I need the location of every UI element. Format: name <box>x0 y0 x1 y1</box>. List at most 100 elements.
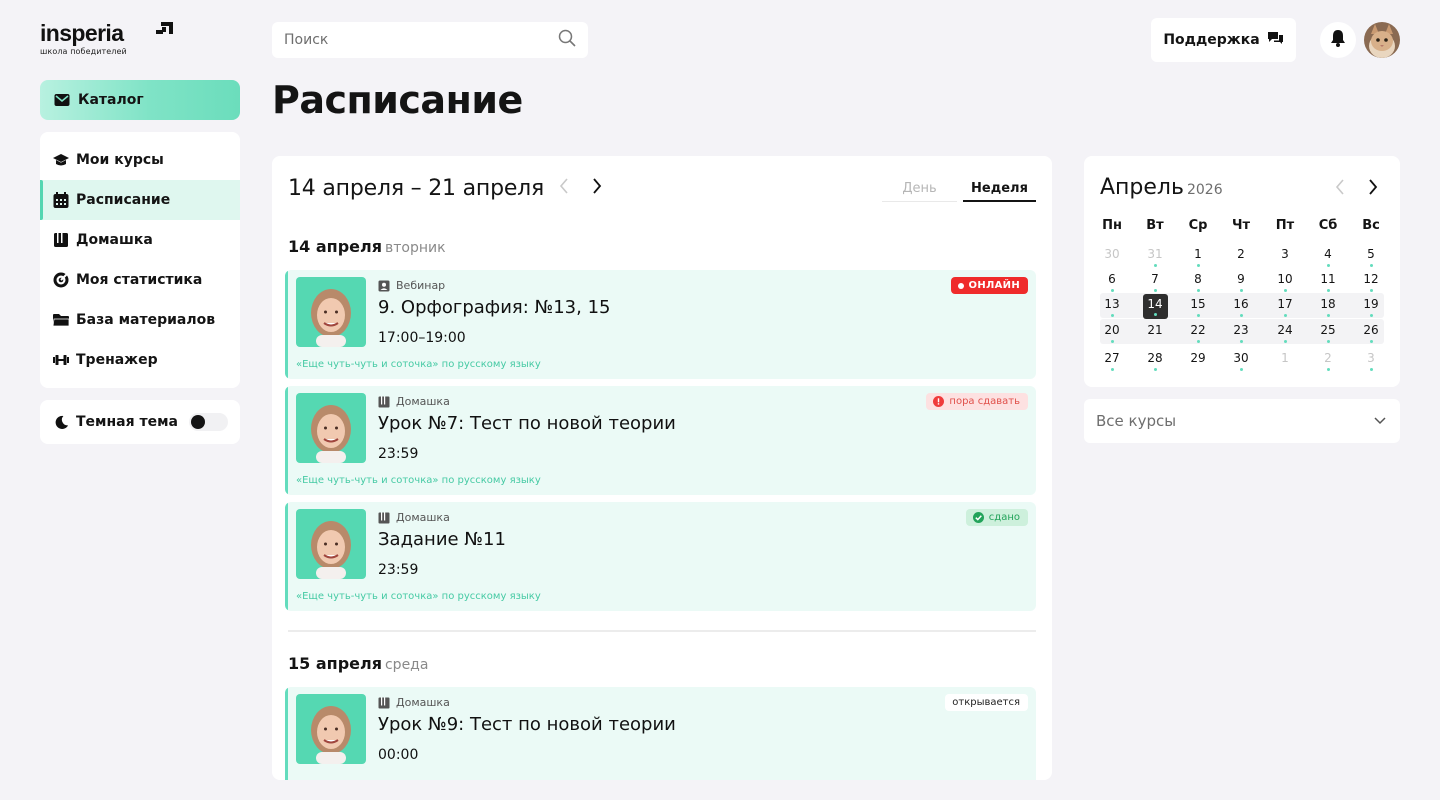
calendar-weekday: Пт <box>1275 218 1295 233</box>
calendar-day[interactable]: 18 <box>1316 295 1341 320</box>
calendar-day[interactable]: 1 <box>1273 349 1298 374</box>
calendar-day[interactable]: 31 <box>1143 245 1168 270</box>
event-card[interactable]: Домашка Задание №11 23:59 «Еще чуть-чуть… <box>285 502 1036 611</box>
event-course[interactable]: «Еще чуть-чуть и соточка» по русскому яз… <box>296 475 541 486</box>
status-badge-done: сдано <box>965 509 1028 526</box>
calendar-day[interactable]: 2 <box>1316 349 1341 374</box>
event-dot-icon <box>1326 264 1330 267</box>
day-weekday: вторник <box>384 240 446 256</box>
calendar-day[interactable]: 21 <box>1143 321 1168 346</box>
calendar-day[interactable]: 12 <box>1359 270 1384 295</box>
calendar-day[interactable]: 20 <box>1100 321 1125 346</box>
catalog-button[interactable]: Каталог <box>40 80 240 120</box>
teacher-portrait-icon <box>296 393 366 463</box>
calendar-day[interactable]: 2 <box>1229 245 1254 270</box>
event-time: 23:59 <box>378 446 419 462</box>
calendar-day[interactable]: 15 <box>1186 295 1211 320</box>
teacher-portrait-icon <box>296 694 366 764</box>
sidebar-item-statistics[interactable]: Моя статистика <box>40 260 240 300</box>
calendar-day[interactable]: 27 <box>1100 349 1125 374</box>
badge-label: открывается <box>952 697 1020 708</box>
calendar-day[interactable]: 9 <box>1229 270 1254 295</box>
catalog-label: Каталог <box>78 92 144 108</box>
sidebar-item-my-courses[interactable]: Мои курсы <box>40 140 240 180</box>
webinar-icon <box>378 280 390 291</box>
logo[interactable]: insperia школа победителей <box>40 20 173 64</box>
calendar-day[interactable]: 16 <box>1229 295 1254 320</box>
tab-week[interactable]: Неделя <box>963 176 1036 202</box>
calendar-year: 2026 <box>1186 182 1223 198</box>
calendar-day[interactable]: 1 <box>1186 245 1211 270</box>
event-dot-icon <box>1369 368 1373 371</box>
calendar-day[interactable]: 3 <box>1273 245 1298 270</box>
calendar-day[interactable]: 19 <box>1359 295 1384 320</box>
prev-week-button[interactable] <box>554 176 574 196</box>
event-course[interactable]: «Еще чуть-чуть и соточка» по русскому яз… <box>296 591 541 602</box>
sidebar-item-label: Моя статистика <box>76 272 203 288</box>
support-button[interactable]: Поддержка <box>1151 18 1296 62</box>
teacher-portrait-icon <box>296 509 366 579</box>
calendar-day[interactable]: 30 <box>1100 245 1125 270</box>
graduation-cap-icon <box>53 152 69 168</box>
next-month-button[interactable] <box>1363 177 1383 197</box>
chevron-down-icon <box>1374 417 1386 425</box>
event-card[interactable]: Вебинар 9. Орфография: №13, 15 17:00–19:… <box>285 270 1036 379</box>
calendar-day[interactable]: 23 <box>1229 321 1254 346</box>
search-icon[interactable] <box>558 29 576 51</box>
calendar-day[interactable]: 29 <box>1186 349 1211 374</box>
search-input[interactable] <box>284 32 558 48</box>
dark-theme-toggle[interactable] <box>189 413 228 431</box>
event-dot-icon <box>1153 368 1157 371</box>
calendar-day[interactable]: 17 <box>1273 295 1298 320</box>
event-card[interactable]: Домашка Урок №9: Тест по новой теории 00… <box>285 687 1036 780</box>
event-dot-icon <box>1326 289 1330 292</box>
event-time: 23:59 <box>378 562 419 578</box>
event-dot-icon <box>1110 314 1114 317</box>
calendar-day[interactable]: 22 <box>1186 321 1211 346</box>
sidebar-item-schedule[interactable]: Расписание <box>40 180 240 220</box>
calendar-day[interactable]: 24 <box>1273 321 1298 346</box>
sidebar-item-homework[interactable]: Домашка <box>40 220 240 260</box>
event-dot-icon <box>1283 314 1287 317</box>
event-card[interactable]: Домашка Урок №7: Тест по новой теории 23… <box>285 386 1036 495</box>
event-course[interactable]: «Еще чуть-чуть и соточка» по русскому яз… <box>296 359 541 370</box>
calendar-day[interactable]: 3 <box>1359 349 1384 374</box>
date-range-title: 14 апреля – 21 апреля <box>288 176 545 201</box>
event-title: Задание №11 <box>378 529 506 550</box>
calendar-day[interactable]: 6 <box>1100 270 1125 295</box>
sidebar-item-materials[interactable]: База материалов <box>40 300 240 340</box>
alert-icon <box>933 396 945 407</box>
course-filter-select[interactable]: Все курсы <box>1084 399 1400 443</box>
calendar-day-today[interactable]: 14 <box>1142 294 1168 319</box>
calendar-day[interactable]: 25 <box>1316 321 1341 346</box>
event-dot-icon <box>1153 264 1157 267</box>
calendar-day[interactable]: 30 <box>1229 349 1254 374</box>
calendar-day[interactable]: 28 <box>1143 349 1168 374</box>
check-circle-icon <box>972 512 984 523</box>
dark-theme-label: Темная тема <box>76 414 178 430</box>
teacher-photo <box>296 277 366 347</box>
notifications-button[interactable] <box>1320 22 1356 58</box>
user-avatar[interactable] <box>1364 22 1400 58</box>
sidebar-item-trainer[interactable]: Тренажер <box>40 340 240 380</box>
calendar-weekday: Ср <box>1188 218 1208 233</box>
calendar-day[interactable]: 5 <box>1359 245 1384 270</box>
teacher-photo <box>296 393 366 463</box>
calendar-day[interactable]: 13 <box>1100 295 1125 320</box>
calendar-day[interactable]: 4 <box>1316 245 1341 270</box>
event-type: Домашка <box>378 696 450 709</box>
book-icon <box>378 512 390 523</box>
event-type-label: Вебинар <box>396 279 446 292</box>
dumbbell-icon <box>53 352 69 368</box>
tab-day[interactable]: День <box>882 176 957 202</box>
teacher-photo <box>296 509 366 579</box>
prev-month-button[interactable] <box>1330 177 1350 197</box>
event-dot-icon <box>1196 314 1200 317</box>
calendar-day[interactable]: 7 <box>1143 270 1168 295</box>
calendar-day[interactable]: 26 <box>1359 321 1384 346</box>
next-week-button[interactable] <box>587 176 607 196</box>
event-dot-icon <box>1110 368 1114 371</box>
calendar-day[interactable]: 10 <box>1273 270 1298 295</box>
calendar-day[interactable]: 8 <box>1186 270 1211 295</box>
calendar-day[interactable]: 11 <box>1316 270 1341 295</box>
